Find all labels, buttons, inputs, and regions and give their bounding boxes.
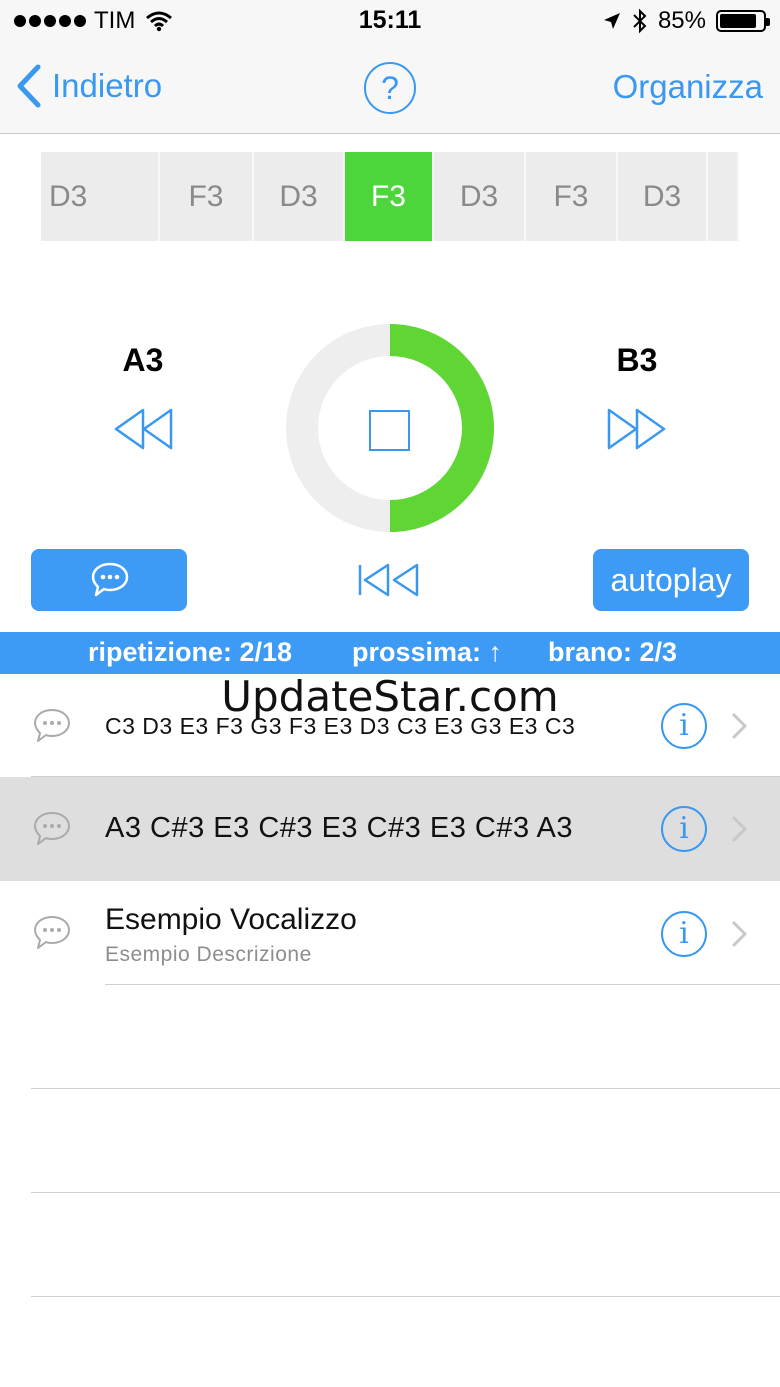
restart-icon[interactable] (357, 562, 421, 598)
battery-percent: 85% (657, 7, 706, 34)
watermark-text: UpdateStar.com (221, 672, 559, 721)
info-icon[interactable]: i (661, 806, 707, 852)
status-bar: TIM 15:11 85% (0, 0, 780, 44)
chat-bubble-icon (91, 562, 129, 597)
note-cell[interactable]: D3 (618, 152, 708, 241)
note-cell[interactable]: D3 (41, 152, 160, 241)
next-direction-info: prossima: ↑ (352, 637, 503, 667)
autoplay-button[interactable]: autoplay (593, 549, 749, 611)
bluetooth-icon (633, 8, 647, 34)
info-icon[interactable]: i (661, 911, 707, 957)
note-cell-active[interactable]: F3 (345, 152, 434, 241)
back-button[interactable]: Indietro (16, 64, 162, 108)
chevron-right-icon (732, 816, 747, 842)
previous-note-label: A3 (122, 342, 164, 378)
playback-info-bar: ripetizione: 2/18 prossima: ↑ brano: 2/3 (0, 632, 780, 674)
rewind-icon[interactable] (113, 406, 175, 452)
stop-button[interactable] (369, 410, 410, 451)
help-button[interactable]: ? (364, 62, 416, 114)
empty-row-separator (31, 1192, 780, 1193)
comment-icon (34, 916, 70, 949)
comment-icon (34, 812, 70, 845)
note-cell[interactable]: F3 (526, 152, 618, 241)
list-item[interactable]: Esempio Vocalizzo Esempio Descrizione i (0, 881, 780, 985)
empty-row-separator (31, 1296, 780, 1297)
list-item-title: A3 C#3 E3 C#3 E3 C#3 E3 C#3 A3 (105, 812, 574, 844)
track-info: brano: 2/3 (548, 637, 678, 667)
list-item-subtitle: Esempio Descrizione (105, 943, 312, 966)
row-separator (105, 984, 780, 985)
fast-forward-icon[interactable] (605, 406, 667, 452)
next-note-label: B3 (616, 342, 658, 378)
comment-button[interactable] (31, 549, 187, 611)
battery-icon (716, 10, 770, 32)
empty-row-separator (31, 1088, 780, 1089)
back-label: Indietro (52, 67, 163, 104)
note-cell[interactable]: D3 (434, 152, 526, 241)
note-cell[interactable]: F3 (160, 152, 254, 241)
navigation-bar: Indietro ? Organizza (0, 44, 780, 134)
note-cell[interactable] (708, 152, 739, 241)
list-item-selected[interactable]: A3 C#3 E3 C#3 E3 C#3 E3 C#3 A3 i (0, 777, 780, 881)
chevron-left-icon (17, 64, 41, 108)
list-item-title: Esempio Vocalizzo (105, 903, 357, 936)
organize-button[interactable]: Organizza (613, 68, 763, 106)
status-right: 85% (602, 7, 770, 35)
chevron-right-icon (732, 921, 747, 947)
battery-level (720, 14, 756, 28)
repetition-info: ripetizione: 2/18 (88, 637, 293, 667)
location-arrow-icon (603, 13, 620, 29)
note-cell[interactable]: D3 (254, 152, 345, 241)
note-strip[interactable]: D3 F3 D3 F3 D3 F3 D3 (41, 152, 739, 241)
